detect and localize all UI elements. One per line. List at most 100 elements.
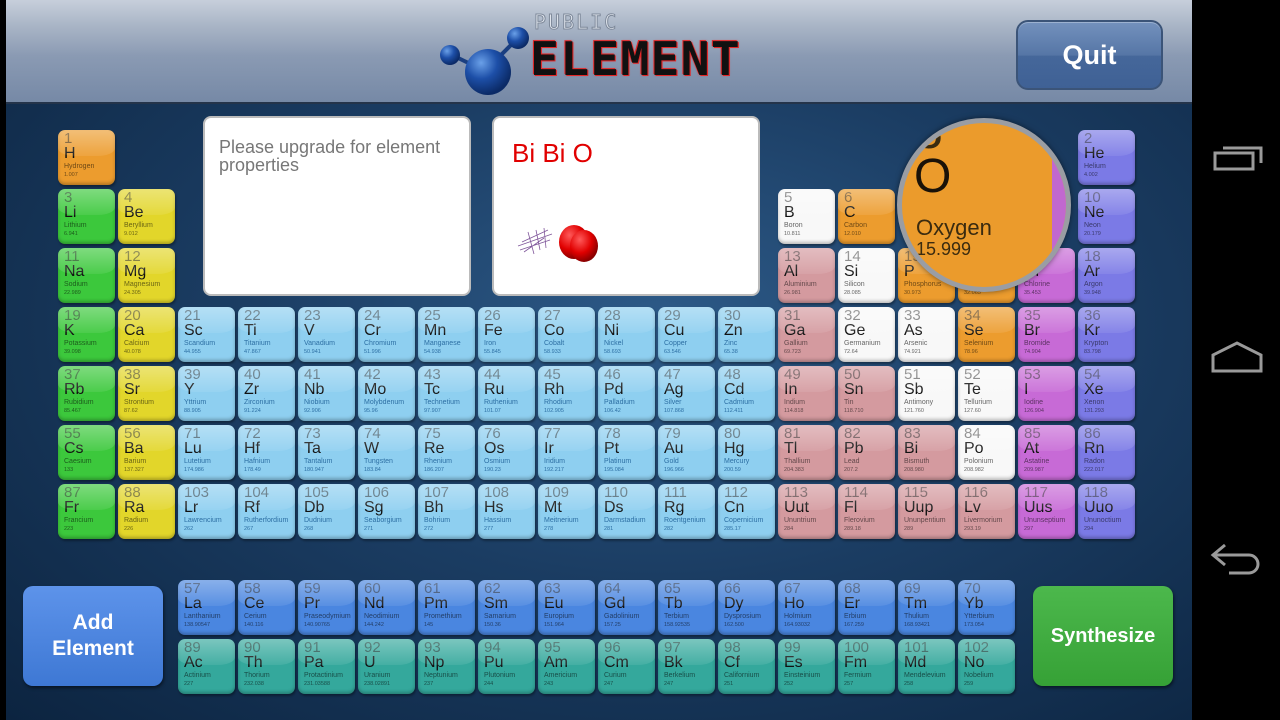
element-tile-sc[interactable]: 21 Sc Scandium 44.955 xyxy=(178,307,235,362)
element-tile-rf[interactable]: 104 Rf Rutherfordium 267 xyxy=(238,484,295,539)
element-tile-tb[interactable]: 65 Tb Terbium 158.92535 xyxy=(658,580,715,635)
element-tile-cs[interactable]: 55 Cs Caesium 133 xyxy=(58,425,115,480)
element-tile-mg[interactable]: 12 Mg Magnesium 24.305 xyxy=(118,248,175,303)
element-tile-hs[interactable]: 108 Hs Hassium 277 xyxy=(478,484,535,539)
element-tile-v[interactable]: 23 V Vanadium 50.941 xyxy=(298,307,355,362)
element-tile-ce[interactable]: 58 Ce Cerium 140.116 xyxy=(238,580,295,635)
element-tile-np[interactable]: 93 Np Neptunium 237 xyxy=(418,639,475,694)
element-tile-ne[interactable]: 10 Ne Neon 20.179 xyxy=(1078,189,1135,244)
element-tile-ti[interactable]: 22 Ti Titanium 47.867 xyxy=(238,307,295,362)
element-tile-pb[interactable]: 82 Pb Lead 207.2 xyxy=(838,425,895,480)
element-tile-he[interactable]: 2 He Helium 4.002 xyxy=(1078,130,1135,185)
element-tile-br[interactable]: 35 Br Bromide 74.904 xyxy=(1018,307,1075,362)
element-tile-md[interactable]: 101 Md Mendelevium 258 xyxy=(898,639,955,694)
element-tile-re[interactable]: 75 Re Rhenium 186.207 xyxy=(418,425,475,480)
element-tile-in[interactable]: 49 In Indium 114.818 xyxy=(778,366,835,421)
element-tile-pd[interactable]: 46 Pd Palladium 106.42 xyxy=(598,366,655,421)
element-tile-i[interactable]: 53 I Iodine 126.904 xyxy=(1018,366,1075,421)
element-tile-cu[interactable]: 29 Cu Copper 63.546 xyxy=(658,307,715,362)
element-tile-h[interactable]: 1 H Hydrogen 1.007 xyxy=(58,130,115,185)
element-tile-mo[interactable]: 42 Mo Molybdenum 95.96 xyxy=(358,366,415,421)
element-tile-ar[interactable]: 18 Ar Argon 39.948 xyxy=(1078,248,1135,303)
element-tile-nd[interactable]: 60 Nd Neodimium 144.242 xyxy=(358,580,415,635)
recent-apps-button[interactable] xyxy=(1206,136,1268,186)
element-tile-co[interactable]: 27 Co Cobalt 58.933 xyxy=(538,307,595,362)
element-tile-lr[interactable]: 103 Lr Lawrencium 262 xyxy=(178,484,235,539)
element-tile-pm[interactable]: 61 Pm Promethium 145 xyxy=(418,580,475,635)
element-tile-ta[interactable]: 73 Ta Tantalum 180.947 xyxy=(298,425,355,480)
element-tile-au[interactable]: 79 Au Gold 196.966 xyxy=(658,425,715,480)
element-tile-na[interactable]: 11 Na Sodium 22.989 xyxy=(58,248,115,303)
add-element-button[interactable]: Add Element xyxy=(23,586,163,686)
element-tile-c[interactable]: 6 C Carbon 12.010 xyxy=(838,189,895,244)
element-tile-al[interactable]: 13 Al Aluminium 26.981 xyxy=(778,248,835,303)
element-tile-ir[interactable]: 77 Ir Iridium 192.217 xyxy=(538,425,595,480)
element-tile-xe[interactable]: 54 Xe Xenon 131.293 xyxy=(1078,366,1135,421)
element-tile-cn[interactable]: 112 Cn Copernicium 285.17 xyxy=(718,484,775,539)
element-tile-fm[interactable]: 100 Fm Fermium 257 xyxy=(838,639,895,694)
element-tile-eu[interactable]: 63 Eu Europium 151.964 xyxy=(538,580,595,635)
element-tile-cd[interactable]: 48 Cd Cadmium 112.411 xyxy=(718,366,775,421)
element-tile-rg[interactable]: 111 Rg Roentgenium 282 xyxy=(658,484,715,539)
element-tile-fl[interactable]: 114 Fl Flerovium 289.18 xyxy=(838,484,895,539)
element-tile-ag[interactable]: 47 Ag Silver 107.868 xyxy=(658,366,715,421)
element-tile-b[interactable]: 5 B Boron 10.811 xyxy=(778,189,835,244)
element-tile-zr[interactable]: 40 Zr Zirconium 91.224 xyxy=(238,366,295,421)
element-tile-w[interactable]: 74 W Tungsten 183.84 xyxy=(358,425,415,480)
element-tile-dy[interactable]: 66 Dy Dysprosium 162.500 xyxy=(718,580,775,635)
element-tile-gd[interactable]: 64 Gd Gadolinium 157.25 xyxy=(598,580,655,635)
synthesize-button[interactable]: Synthesize xyxy=(1033,586,1173,686)
element-tile-pt[interactable]: 78 Pt Platinum 195.084 xyxy=(598,425,655,480)
element-tile-ga[interactable]: 31 Ga Gallium 69.723 xyxy=(778,307,835,362)
element-tile-uuo[interactable]: 118 Uuo Ununoctium 294 xyxy=(1078,484,1135,539)
element-tile-ge[interactable]: 32 Ge Germanium 72.64 xyxy=(838,307,895,362)
element-tile-nb[interactable]: 41 Nb Niobium 92.906 xyxy=(298,366,355,421)
element-tile-la[interactable]: 57 La Lanthanium 138.90547 xyxy=(178,580,235,635)
element-tile-cr[interactable]: 24 Cr Chromium 51.996 xyxy=(358,307,415,362)
element-tile-lv[interactable]: 116 Lv Livermorium 293.19 xyxy=(958,484,1015,539)
element-tile-bk[interactable]: 97 Bk Berkelium 247 xyxy=(658,639,715,694)
element-tile-ra[interactable]: 88 Ra Radium 226 xyxy=(118,484,175,539)
element-tile-pr[interactable]: 59 Pr Praseodymium 140.90765 xyxy=(298,580,355,635)
element-tile-th[interactable]: 90 Th Thorium 232.038 xyxy=(238,639,295,694)
element-tile-mn[interactable]: 25 Mn Manganese 54.938 xyxy=(418,307,475,362)
element-tile-tl[interactable]: 81 Tl Thallium 204.383 xyxy=(778,425,835,480)
element-tile-no[interactable]: 102 No Nobelium 259 xyxy=(958,639,1015,694)
element-tile-as[interactable]: 33 As Arsenic 74.921 xyxy=(898,307,955,362)
element-tile-hf[interactable]: 72 Hf Hafnium 178.49 xyxy=(238,425,295,480)
element-tile-hg[interactable]: 80 Hg Mercury 200.59 xyxy=(718,425,775,480)
element-tile-kr[interactable]: 36 Kr Krypton 83.798 xyxy=(1078,307,1135,362)
element-tile-tc[interactable]: 43 Tc Technetium 97.907 xyxy=(418,366,475,421)
element-tile-rn[interactable]: 86 Rn Radon 222.017 xyxy=(1078,425,1135,480)
element-tile-yb[interactable]: 70 Yb Ytterbium 173.054 xyxy=(958,580,1015,635)
element-tile-ru[interactable]: 44 Ru Ruthenium 101.07 xyxy=(478,366,535,421)
element-tile-sn[interactable]: 50 Sn Tin 118.710 xyxy=(838,366,895,421)
element-tile-sb[interactable]: 51 Sb Antimony 121.760 xyxy=(898,366,955,421)
element-tile-mt[interactable]: 109 Mt Meitnerium 278 xyxy=(538,484,595,539)
element-tile-po[interactable]: 84 Po Polonium 208.982 xyxy=(958,425,1015,480)
element-tile-es[interactable]: 99 Es Einsteinium 252 xyxy=(778,639,835,694)
home-button[interactable] xyxy=(1206,332,1268,382)
element-tile-fr[interactable]: 87 Fr Francium 223 xyxy=(58,484,115,539)
element-tile-ni[interactable]: 28 Ni Nickel 58.693 xyxy=(598,307,655,362)
element-tile-si[interactable]: 14 Si Silicon 28.085 xyxy=(838,248,895,303)
element-tile-bi[interactable]: 83 Bi Bismuth 208.980 xyxy=(898,425,955,480)
element-tile-db[interactable]: 105 Db Dudnium 268 xyxy=(298,484,355,539)
element-tile-os[interactable]: 76 Os Osmium 190.23 xyxy=(478,425,535,480)
element-tile-zn[interactable]: 30 Zn Zinc 65.38 xyxy=(718,307,775,362)
element-tile-u[interactable]: 92 U Uranium 238.02891 xyxy=(358,639,415,694)
element-tile-am[interactable]: 95 Am Americium 243 xyxy=(538,639,595,694)
element-tile-rb[interactable]: 37 Rb Rubidium 85.467 xyxy=(58,366,115,421)
element-tile-be[interactable]: 4 Be Beryllium 9.012 xyxy=(118,189,175,244)
element-tile-te[interactable]: 52 Te Tellurium 127.60 xyxy=(958,366,1015,421)
element-tile-ac[interactable]: 89 Ac Actinium 227 xyxy=(178,639,235,694)
quit-button[interactable]: Quit xyxy=(1016,20,1163,90)
element-tile-uup[interactable]: 115 Uup Ununpentium 289 xyxy=(898,484,955,539)
element-tile-ca[interactable]: 20 Ca Calcium 40.078 xyxy=(118,307,175,362)
element-tile-ho[interactable]: 67 Ho Holmium 164.93032 xyxy=(778,580,835,635)
element-tile-pu[interactable]: 94 Pu Plutonium 244 xyxy=(478,639,535,694)
element-tile-se[interactable]: 34 Se Selenium 78.96 xyxy=(958,307,1015,362)
element-tile-k[interactable]: 19 K Potassium 39.098 xyxy=(58,307,115,362)
element-tile-sr[interactable]: 38 Sr Strontium 87.62 xyxy=(118,366,175,421)
element-tile-tm[interactable]: 69 Tm Thulium 168.93421 xyxy=(898,580,955,635)
